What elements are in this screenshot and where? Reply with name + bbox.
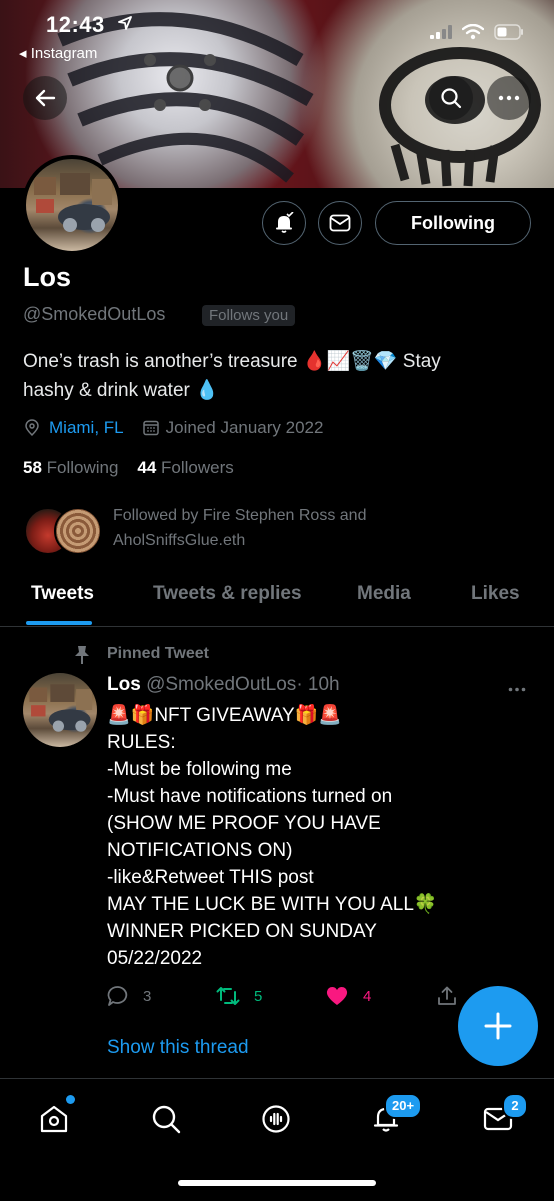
follows-you-badge: Follows you	[202, 305, 296, 326]
tweet-author-handle: @SmokedOutLos	[146, 674, 297, 695]
profile-bio: One’s trash is another’s treasure 🩸📈🗑️💎 …	[23, 347, 523, 405]
avatar-image	[34, 173, 112, 232]
home-unread-dot	[66, 1095, 75, 1104]
tweet-line: -Must be following me	[107, 759, 292, 780]
tab-tweets[interactable]: Tweets	[31, 583, 94, 605]
tweet-timestamp: · 10h	[296, 674, 340, 695]
tweet-header: Los @SmokedOutLos· 10h	[107, 674, 340, 696]
profile-name: Los	[23, 262, 72, 292]
back-to-app-link[interactable]: ◂ Instagram	[19, 44, 97, 62]
tweet-line: MAY THE LUCK BE WITH YOU ALL🍀	[107, 894, 438, 915]
wifi-icon	[462, 24, 484, 40]
profile-handle: @SmokedOutLos	[23, 304, 166, 324]
home-indicator[interactable]	[178, 1180, 376, 1186]
tweet-actions: 3 5 4	[107, 985, 467, 1011]
location-arrow-icon	[117, 15, 133, 36]
battery-icon	[494, 24, 523, 40]
message-button[interactable]	[318, 201, 362, 245]
retweet-button[interactable]: 5	[216, 985, 262, 1007]
follow-counts: 58 Following 44 Followers	[23, 458, 234, 478]
signal-icon	[430, 25, 452, 39]
reply-bubble-icon	[107, 986, 128, 1006]
search-icon	[441, 88, 462, 109]
status-icons	[430, 24, 524, 40]
spaces-microphone-icon	[262, 1105, 290, 1133]
tab-likes[interactable]: Likes	[471, 583, 520, 605]
nav-home[interactable]	[34, 1095, 75, 1139]
messages-badge: 2	[502, 1093, 528, 1119]
search-icon	[152, 1105, 181, 1134]
active-tab-indicator	[26, 621, 92, 625]
tweet-more-button[interactable]	[508, 676, 526, 697]
share-icon	[438, 986, 456, 1005]
notifications-bell-button[interactable]	[262, 201, 306, 245]
reply-button[interactable]: 3	[107, 985, 151, 1007]
status-bar: 12:43 ◂ Instagram	[0, 0, 554, 66]
back-button[interactable]	[23, 76, 67, 120]
tweet-line: RULES:	[107, 732, 176, 753]
mutual-avatar-2	[54, 507, 102, 555]
search-button[interactable]	[429, 76, 473, 120]
back-app-label: Instagram	[30, 45, 98, 62]
tweet-author-name[interactable]: Los	[107, 674, 141, 695]
tweet-line: -Must have notifications turned on	[107, 786, 393, 807]
status-time: 12:43	[46, 12, 105, 37]
tweet-line: 05/22/2022	[107, 948, 203, 969]
tweet-line: WINNER PICKED ON SUNDAY	[107, 921, 377, 942]
retweet-count: 5	[254, 987, 263, 1005]
tweet-line: NOTIFICATIONS ON)	[107, 840, 293, 861]
calendar-icon	[142, 420, 159, 436]
bio-line-2: hashy & drink water 💧	[23, 380, 219, 401]
following-button[interactable]: Following	[375, 201, 531, 245]
nav-search[interactable]	[146, 1099, 186, 1139]
show-thread-link[interactable]: Show this thread	[107, 1037, 249, 1059]
bio-line-1: One’s trash is another’s treasure 🩸📈🗑️💎 …	[23, 351, 441, 372]
tweet-line: (SHOW ME PROOF YOU HAVE	[107, 813, 381, 834]
envelope-icon	[329, 214, 351, 232]
tweet-text[interactable]: 🚨🎁NFT GIVEAWAY🎁🚨 RULES: -Must be followi…	[107, 702, 527, 972]
tweet-author-avatar[interactable]	[23, 673, 97, 747]
pin-icon	[73, 645, 91, 670]
tweet-line: -like&Retweet THIS post	[107, 867, 314, 888]
more-horizontal-icon	[498, 95, 520, 101]
profile-avatar[interactable]	[22, 155, 122, 255]
nav-spaces[interactable]	[256, 1099, 296, 1139]
profile-tabs: Tweets Tweets & replies Media Likes	[0, 570, 554, 627]
following-count: 58	[23, 458, 42, 477]
heart-filled-icon	[326, 987, 348, 1005]
tab-tweets-and-replies[interactable]: Tweets & replies	[153, 583, 302, 605]
reply-count: 3	[143, 987, 152, 1005]
followers-count-label: Followers	[161, 458, 234, 477]
more-options-button[interactable]	[487, 76, 531, 120]
followed-by-text[interactable]: Followed by Fire Stephen Ross and AholSn…	[113, 503, 493, 553]
followers-count: 44	[137, 458, 157, 477]
share-button[interactable]	[436, 985, 458, 1007]
profile-joined-date: Joined January 2022	[165, 418, 324, 437]
arrow-left-icon	[35, 89, 56, 107]
profile-location-link[interactable]: Miami, FL	[49, 418, 124, 438]
followed-by-line-1: Followed by Fire Stephen Ross and	[113, 507, 367, 524]
tweet-line: 🚨🎁NFT GIVEAWAY🎁🚨	[107, 705, 343, 726]
followed-by-line-2: AholSniffsGlue.eth	[113, 532, 246, 549]
nav-messages[interactable]: 2	[478, 1093, 528, 1139]
following-count-link[interactable]: 58 Following	[23, 458, 118, 477]
nav-notifications[interactable]: 20+	[366, 1093, 423, 1139]
mutual-followers-avatars[interactable]	[24, 507, 104, 555]
tab-media[interactable]: Media	[357, 583, 411, 605]
compose-tweet-button[interactable]	[458, 986, 538, 1066]
plus-icon	[484, 1012, 512, 1040]
profile-meta: Miami, FL Joined January 2022	[23, 418, 323, 438]
location-pin-icon	[25, 419, 39, 437]
notifications-badge: 20+	[384, 1093, 423, 1119]
bell-check-icon	[276, 212, 294, 233]
home-icon	[40, 1105, 68, 1133]
followers-count-link[interactable]: 44 Followers	[137, 458, 233, 477]
retweet-icon	[216, 987, 240, 1005]
like-button[interactable]: 4	[325, 985, 371, 1007]
following-count-label: Following	[46, 458, 119, 477]
tweet-avatar-image	[29, 684, 93, 732]
more-horizontal-icon	[508, 687, 526, 692]
pinned-tweet-label: Pinned Tweet	[107, 645, 209, 662]
like-count: 4	[363, 987, 372, 1005]
